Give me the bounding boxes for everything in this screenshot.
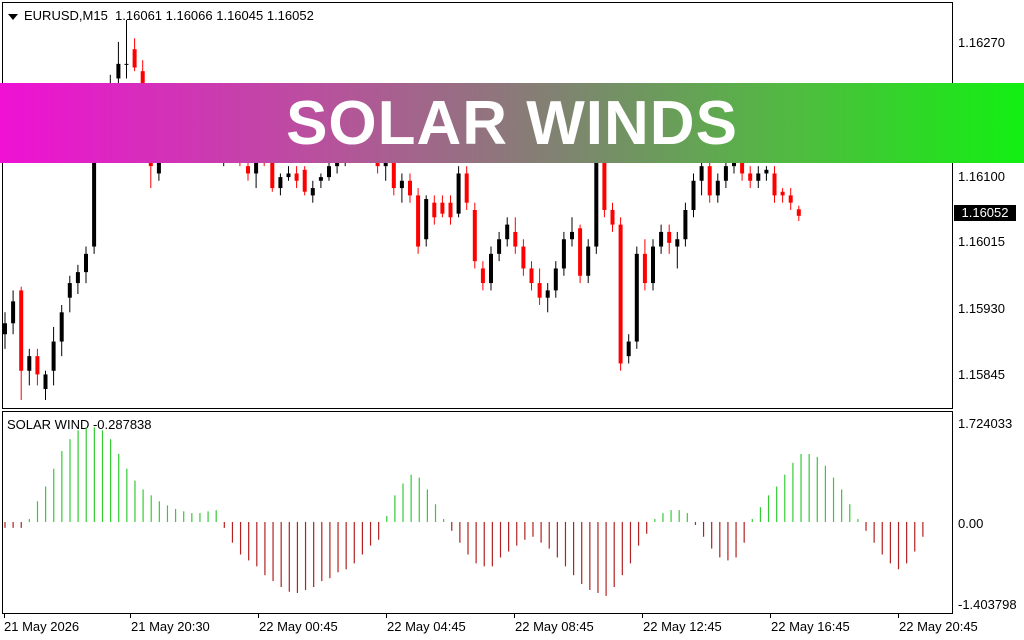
candle-body <box>659 231 664 247</box>
candle-body <box>796 209 801 216</box>
time-axis-label: 21 May 2026 <box>4 619 80 634</box>
candle-body <box>772 173 777 196</box>
candle-body <box>691 180 696 210</box>
price-axis-label: 1.15845 <box>958 367 1005 382</box>
candle-body <box>505 224 510 240</box>
candle-body <box>626 341 631 357</box>
candle-body <box>3 323 7 335</box>
candle-body <box>270 162 275 189</box>
candle-body <box>489 253 493 284</box>
time-axis-label: 22 May 04:45 <box>387 619 466 634</box>
candle-body <box>51 341 56 371</box>
time-axis-label: 22 May 12:45 <box>643 619 722 634</box>
indicator-axis-label: 1.724033 <box>958 416 1013 431</box>
time-axis-label: 22 May 08:45 <box>515 619 594 634</box>
candle-body <box>19 290 24 371</box>
candle-body <box>302 169 307 192</box>
time-tick <box>4 614 5 618</box>
candle-body <box>416 195 421 247</box>
candle-body <box>318 177 323 181</box>
candle-body <box>432 202 437 218</box>
candle-body <box>11 301 16 324</box>
candle-body <box>472 210 477 262</box>
candle-body <box>424 199 429 240</box>
candle-body <box>780 191 785 196</box>
candle-body <box>27 356 32 371</box>
candle-body <box>246 166 250 174</box>
time-tick <box>898 614 899 618</box>
candle-body <box>748 173 753 181</box>
indicator-axis-label: -1.403798 <box>958 597 1017 612</box>
candle-body <box>683 210 688 240</box>
candle-body <box>480 268 485 284</box>
candle-body <box>35 356 40 375</box>
current-price-marker: 1.16052 <box>954 205 1016 221</box>
candle-body <box>278 177 283 189</box>
candle-body <box>634 253 639 342</box>
candle-body <box>310 188 315 196</box>
candle-body <box>723 166 728 181</box>
candle-body <box>529 268 534 284</box>
candle-body <box>756 173 761 181</box>
candle-body <box>456 173 461 214</box>
indicator-axis-label: 0.00 <box>958 516 984 531</box>
candle-body <box>124 63 129 65</box>
price-axis-label: 1.16015 <box>958 234 1005 249</box>
time-axis-label: 21 May 20:30 <box>131 619 210 634</box>
candle-body <box>586 246 591 276</box>
candle-body <box>84 253 88 273</box>
candle-body <box>618 224 623 364</box>
price-axis-label: 1.16100 <box>958 169 1005 184</box>
candle-body <box>399 180 404 189</box>
banner-title: SOLAR WINDS <box>286 88 738 158</box>
candle-body <box>651 246 655 284</box>
time-axis-label: 22 May 00:45 <box>259 619 338 634</box>
candle-body <box>545 290 550 298</box>
candle-body <box>715 180 720 196</box>
candle-body <box>707 166 712 196</box>
time-axis-label: 22 May 20:45 <box>899 619 978 634</box>
time-tick <box>258 614 259 618</box>
candle-body <box>59 312 64 342</box>
candle-body <box>675 239 680 247</box>
candle-body <box>116 63 121 79</box>
candle-body <box>327 166 331 178</box>
candle-body <box>610 210 615 225</box>
candle-body <box>642 253 647 284</box>
time-axis-label: 22 May 16:45 <box>771 619 850 634</box>
candle-body <box>699 166 704 181</box>
price-axis-label: 1.16270 <box>958 35 1005 50</box>
candle-body <box>440 202 445 214</box>
candle-body <box>764 169 769 174</box>
time-tick <box>642 614 643 618</box>
candle-body <box>497 239 502 254</box>
candle-body <box>408 180 412 196</box>
time-tick <box>130 614 131 618</box>
candle-body <box>788 195 793 203</box>
time-tick <box>386 614 387 618</box>
candle-body <box>561 239 566 269</box>
candle-body <box>513 231 518 247</box>
candle-body <box>75 272 80 284</box>
price-axis-label: 1.15930 <box>958 301 1005 316</box>
candle-body <box>537 283 542 298</box>
candle-body <box>667 231 672 243</box>
candle-body <box>464 173 469 203</box>
candle-body <box>286 173 291 178</box>
title-banner: SOLAR WINDS <box>0 83 1024 163</box>
candle-body <box>132 49 137 68</box>
candle-body <box>43 374 48 390</box>
time-tick <box>514 614 515 618</box>
candle-body <box>578 228 583 276</box>
candle-body <box>570 231 574 240</box>
candle-body <box>521 246 526 269</box>
candle-body <box>67 283 72 298</box>
time-tick <box>770 614 771 618</box>
candle-body <box>448 202 453 218</box>
candle-body <box>294 173 299 181</box>
candle-body <box>553 268 558 291</box>
